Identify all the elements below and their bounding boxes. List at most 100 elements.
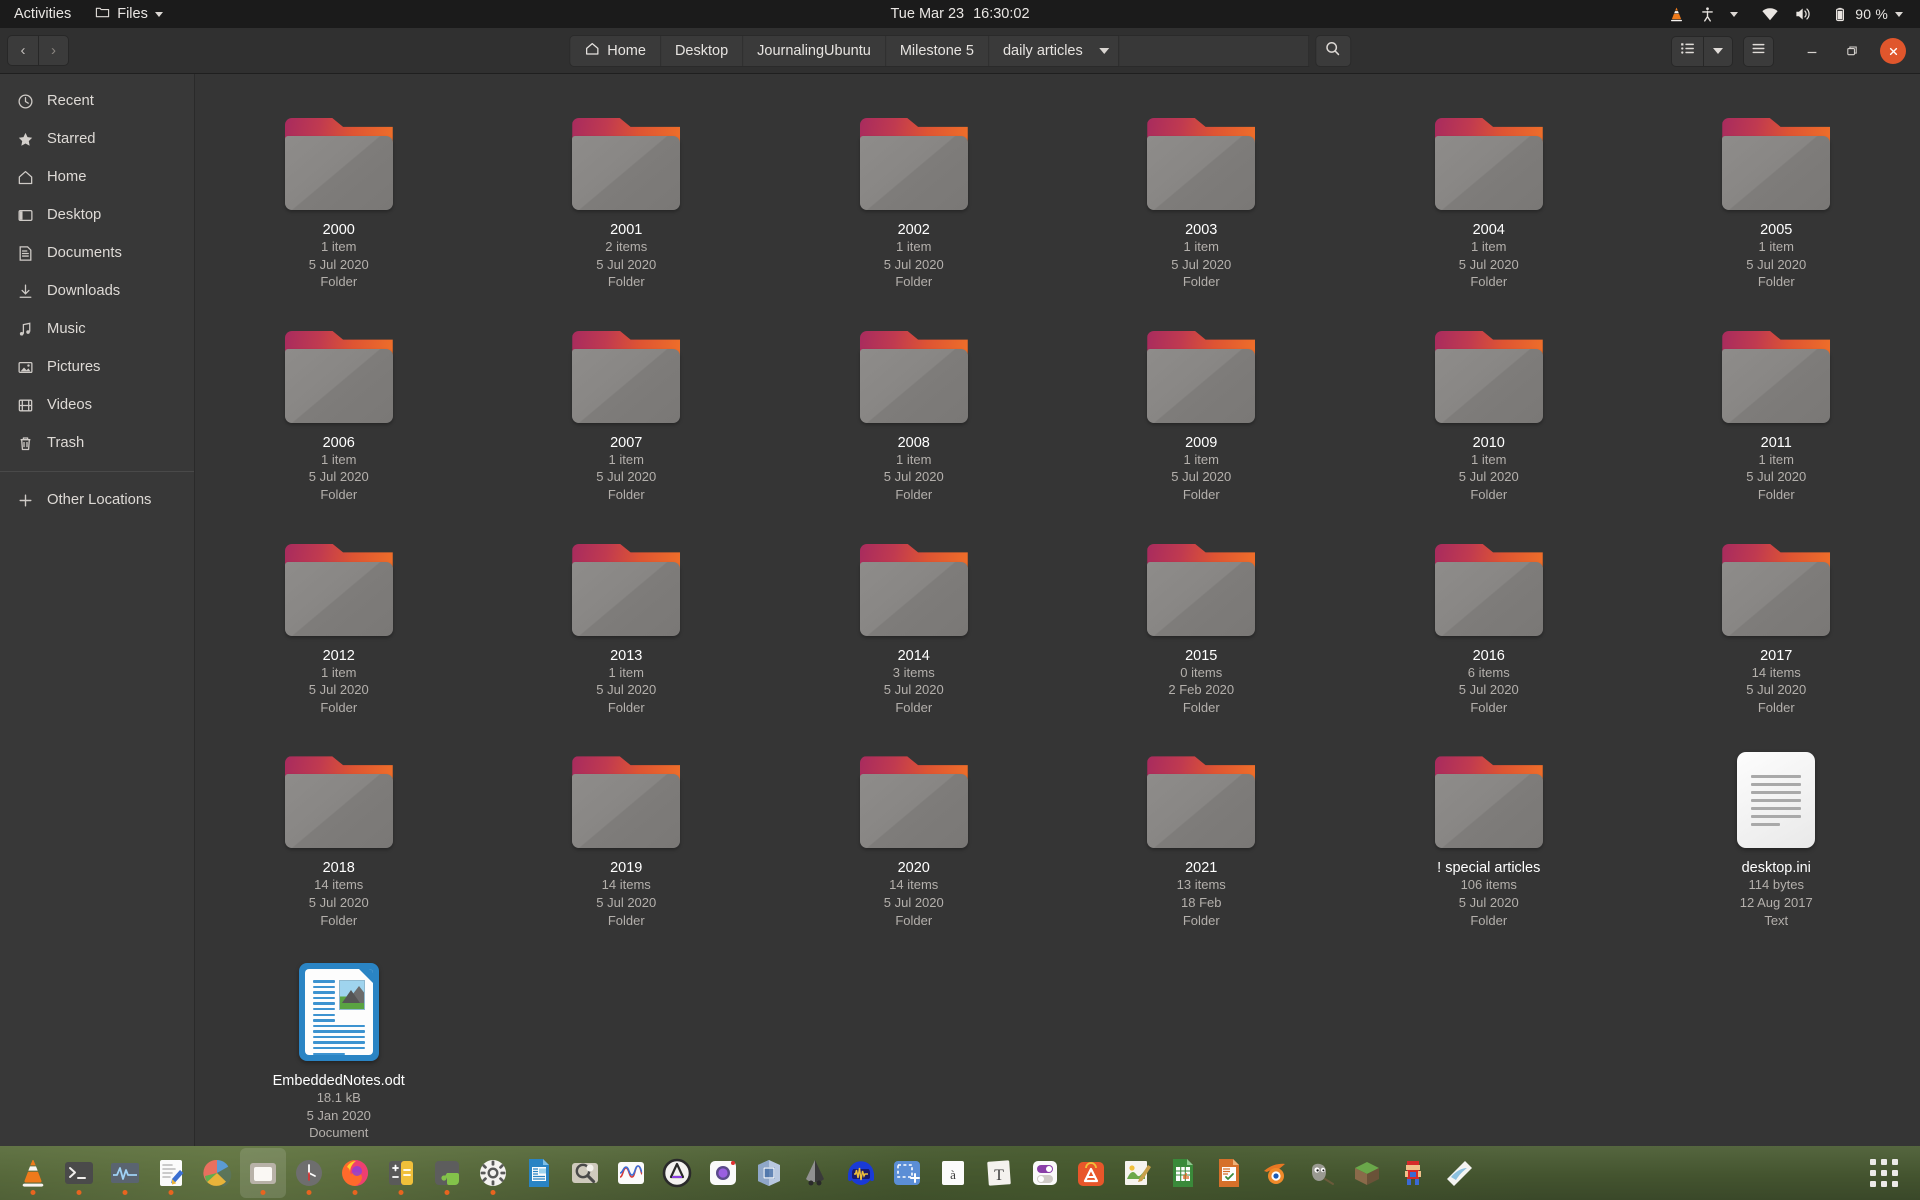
file-item[interactable]: 2010 1 item 5 Jul 2020 Folder <box>1345 301 1633 510</box>
sidebar-item-other-locations[interactable]: Other Locations <box>0 481 194 519</box>
dock-item-settings[interactable] <box>470 1148 516 1198</box>
close-button[interactable] <box>1880 38 1906 64</box>
file-item[interactable]: desktop.ini 114 bytes 12 Aug 2017 Text <box>1633 726 1920 935</box>
sidebar-item-home[interactable]: Home <box>0 158 194 196</box>
dock-item-extensions[interactable] <box>424 1148 470 1198</box>
dock-item-audacity[interactable] <box>838 1148 884 1198</box>
chevron-down-icon[interactable] <box>1098 47 1109 54</box>
dock-item-text-editor[interactable] <box>148 1148 194 1198</box>
dock-item-gimp[interactable] <box>1298 1148 1344 1198</box>
app-menu-button[interactable]: Files <box>83 0 175 28</box>
system-tray[interactable]: 90 % <box>1661 0 1920 28</box>
file-item[interactable]: 2018 14 items 5 Jul 2020 Folder <box>195 726 483 935</box>
clock-button[interactable]: Tue Mar 23 16:30:02 <box>890 6 1029 22</box>
file-item[interactable]: 2017 14 items 5 Jul 2020 Folder <box>1633 514 1920 723</box>
sidebar-item-downloads[interactable]: Downloads <box>0 272 194 310</box>
dock-item-vlc[interactable] <box>10 1148 56 1198</box>
breadcrumb-item-milestone-5[interactable]: Milestone 5 <box>885 35 989 66</box>
file-item[interactable]: 2015 0 items 2 Feb 2020 Folder <box>1058 514 1346 723</box>
tray-chevron-down-icon[interactable] <box>1723 0 1745 28</box>
dock-item-paper-app[interactable] <box>1436 1148 1482 1198</box>
back-button[interactable]: ‹ <box>7 35 38 66</box>
dock-item-character-map[interactable]: à <box>930 1148 976 1198</box>
file-list-view[interactable]: 2000 1 item 5 Jul 2020 Folder 2001 2 items 5 J… <box>195 74 1920 1174</box>
dock-item-ardour[interactable] <box>654 1148 700 1198</box>
file-item[interactable]: 2004 1 item 5 Jul 2020 Folder <box>1345 88 1633 297</box>
dock-item-files[interactable] <box>240 1148 286 1198</box>
sidebar-item-videos[interactable]: Videos <box>0 386 194 424</box>
breadcrumb-item-home[interactable]: Home <box>570 35 661 66</box>
system-menu-chevron-down-icon[interactable] <box>1888 0 1910 28</box>
clock-time: 16:30:02 <box>973 6 1030 22</box>
dock-item-screenshot[interactable] <box>884 1148 930 1198</box>
file-name-label: 2017 <box>1760 647 1793 664</box>
file-item[interactable]: 2007 1 item 5 Jul 2020 Folder <box>483 301 771 510</box>
file-item[interactable]: ! special articles 106 items 5 Jul 2020 Fol… <box>1345 726 1633 935</box>
file-item[interactable]: 2000 1 item 5 Jul 2020 Folder <box>195 88 483 297</box>
sidebar-item-starred[interactable]: Starred <box>0 120 194 158</box>
sidebar-item-trash[interactable]: Trash <box>0 424 194 462</box>
file-item[interactable]: 2019 14 items 5 Jul 2020 Folder <box>483 726 771 935</box>
speaker-icon[interactable] <box>1786 0 1818 28</box>
dock-item-calculator[interactable] <box>378 1148 424 1198</box>
dock-item-game-sprite[interactable] <box>1390 1148 1436 1198</box>
dock-item-tweaks[interactable] <box>1022 1148 1068 1198</box>
wifi-icon[interactable] <box>1745 0 1786 28</box>
file-item[interactable]: 2001 2 items 5 Jul 2020 Folder <box>483 88 771 297</box>
forward-button[interactable]: › <box>38 35 69 66</box>
dock-item-blender[interactable] <box>1252 1148 1298 1198</box>
dock-item-system-monitor[interactable] <box>102 1148 148 1198</box>
dock-item-libreoffice-calc[interactable] <box>1160 1148 1206 1198</box>
dock-item-firefox[interactable] <box>332 1148 378 1198</box>
maximize-button[interactable] <box>1835 34 1869 68</box>
file-item[interactable]: 2020 14 items 5 Jul 2020 Folder <box>770 726 1058 935</box>
file-item[interactable]: 2003 1 item 5 Jul 2020 Folder <box>1058 88 1346 297</box>
file-item[interactable]: EmbeddedNotes.odt 18.1 kB 5 Jan 2020 Docume… <box>195 939 483 1148</box>
dock-item-virtualbox[interactable] <box>746 1148 792 1198</box>
breadcrumb-item-desktop[interactable]: Desktop <box>660 35 744 66</box>
file-item[interactable]: 2002 1 item 5 Jul 2020 Folder <box>770 88 1058 297</box>
sidebar-item-music[interactable]: Music <box>0 310 194 348</box>
app-grid-icon[interactable] <box>1870 1159 1898 1187</box>
sidebar-item-desktop[interactable]: Desktop <box>0 196 194 234</box>
file-item[interactable]: 2021 13 items 18 Feb Folder <box>1058 726 1346 935</box>
dock-item-libreoffice-draw[interactable] <box>1114 1148 1160 1198</box>
dock-item-libreoffice-writer[interactable] <box>516 1148 562 1198</box>
search-button[interactable] <box>1314 34 1351 67</box>
dock-item-search-tool[interactable] <box>562 1148 608 1198</box>
dock-item-terminal[interactable] <box>56 1148 102 1198</box>
path-entry[interactable] <box>1118 34 1309 67</box>
file-item[interactable]: 2008 1 item 5 Jul 2020 Folder <box>770 301 1058 510</box>
view-options-dropdown[interactable] <box>1703 35 1733 67</box>
file-item[interactable]: 2013 1 item 5 Jul 2020 Folder <box>483 514 771 723</box>
dock-item-disk-usage[interactable] <box>194 1148 240 1198</box>
file-item[interactable]: 2005 1 item 5 Jul 2020 Folder <box>1633 88 1920 297</box>
file-item[interactable]: 2016 6 items 5 Jul 2020 Folder <box>1345 514 1633 723</box>
file-item[interactable]: 2011 1 item 5 Jul 2020 Folder <box>1633 301 1920 510</box>
dock-item-ubuntu-software[interactable] <box>1068 1148 1114 1198</box>
file-item[interactable]: 2014 3 items 5 Jul 2020 Folder <box>770 514 1058 723</box>
main-menu-button[interactable] <box>1743 35 1774 67</box>
file-item[interactable]: 2009 1 item 5 Jul 2020 Folder <box>1058 301 1346 510</box>
breadcrumb-item-journalingubuntu[interactable]: JournalingUbuntu <box>743 35 886 66</box>
vlc-cone-icon[interactable] <box>1661 0 1692 28</box>
dock-item-minecraft[interactable] <box>1344 1148 1390 1198</box>
battery-icon[interactable] <box>1818 0 1855 28</box>
accessibility-icon[interactable] <box>1692 0 1723 28</box>
dock-item-camera[interactable] <box>700 1148 746 1198</box>
file-item[interactable]: 2006 1 item 5 Jul 2020 Folder <box>195 301 483 510</box>
sidebar-item-recent[interactable]: Recent <box>0 82 194 120</box>
dock-item-clocks[interactable] <box>286 1148 332 1198</box>
dock-item-fonts[interactable]: T <box>976 1148 1022 1198</box>
dock-item-inkscape[interactable] <box>792 1148 838 1198</box>
sidebar-item-documents[interactable]: Documents <box>0 234 194 272</box>
list-view-button[interactable] <box>1671 35 1703 67</box>
file-item[interactable]: 2012 1 item 5 Jul 2020 Folder <box>195 514 483 723</box>
dock-item-graph-plot[interactable] <box>608 1148 654 1198</box>
minimize-button[interactable] <box>1795 34 1829 68</box>
text-file-icon <box>1737 752 1816 849</box>
sidebar-item-pictures[interactable]: Pictures <box>0 348 194 386</box>
breadcrumb-item-daily-articles[interactable]: daily articles <box>988 35 1118 66</box>
dock-item-libreoffice-impress[interactable] <box>1206 1148 1252 1198</box>
activities-button[interactable]: Activities <box>0 0 83 28</box>
